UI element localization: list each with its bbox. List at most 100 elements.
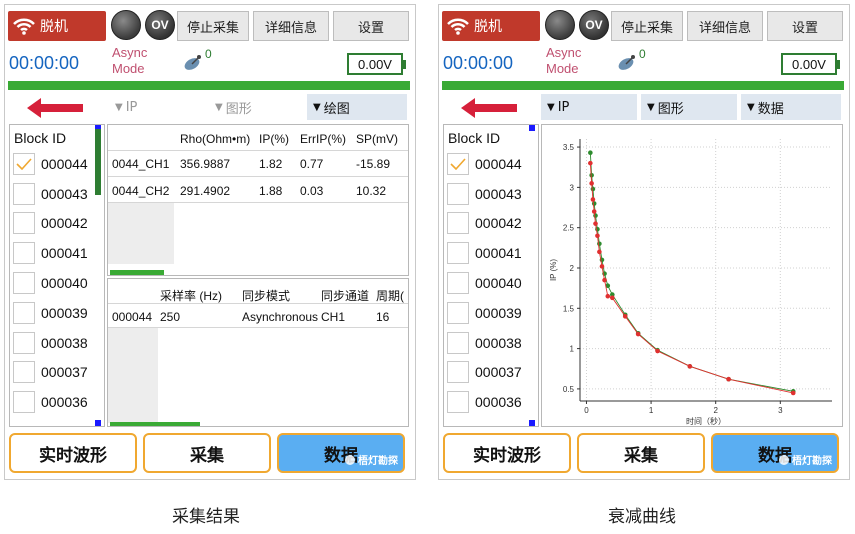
y-tick-label: 1.5	[563, 304, 575, 313]
back-arrow-icon[interactable]	[461, 97, 517, 119]
list-item[interactable]: 000037	[10, 358, 104, 388]
table-header: 周期(	[376, 289, 404, 303]
checkbox[interactable]	[447, 391, 469, 414]
block-id-list[interactable]: Block ID 000044 000043 000042 000041 000…	[9, 124, 105, 427]
checkbox[interactable]	[13, 331, 35, 354]
data-button[interactable]: 数据 梧灯勘探	[711, 433, 839, 473]
filter-data[interactable]: ▼ 数据	[741, 94, 841, 120]
list-item[interactable]: 000043	[444, 179, 538, 209]
y-tick-label: 3	[570, 183, 575, 192]
list-item[interactable]: 000040	[444, 268, 538, 298]
block-id: 000040	[41, 275, 88, 292]
checkbox[interactable]	[13, 301, 35, 324]
scrollbar-thumb[interactable]	[95, 129, 101, 195]
table-cell: 250	[160, 310, 181, 324]
block-id: 000040	[475, 275, 522, 292]
list-item[interactable]: 000042	[10, 209, 104, 239]
wechat-icon	[779, 454, 789, 465]
block-id: 000042	[475, 215, 522, 232]
x-axis-label: 时间（秒）	[686, 416, 726, 426]
horizontal-scrollbar[interactable]	[110, 270, 164, 275]
checkbox[interactable]	[13, 212, 35, 235]
list-item[interactable]: 000038	[444, 328, 538, 358]
settings-button[interactable]: 设置	[767, 11, 843, 41]
acquire-button[interactable]: 采集	[577, 433, 705, 473]
details-button[interactable]: 详细信息	[687, 11, 763, 41]
table-cell: 1.82	[259, 157, 283, 171]
filter-graph[interactable]: ▼ 图形	[209, 94, 301, 120]
checkbox[interactable]	[447, 331, 469, 354]
table-header: IP(%)	[259, 132, 289, 146]
list-item[interactable]: 000039	[10, 298, 104, 328]
list-item[interactable]: 000041	[444, 238, 538, 268]
table-header: Rho(Ohm•m)	[180, 132, 251, 146]
checkbox[interactable]	[13, 152, 35, 175]
checkbox[interactable]	[447, 212, 469, 235]
list-item[interactable]: 000039	[444, 298, 538, 328]
data-point	[597, 249, 602, 255]
acquire-button[interactable]: 采集	[143, 433, 271, 473]
block-id: 000043	[41, 185, 88, 202]
filter-ip[interactable]: ▼ IP	[541, 94, 637, 120]
data-button[interactable]: 数据 梧灯勘探	[277, 433, 405, 473]
satellite-icon	[618, 55, 635, 70]
list-item[interactable]: 000044	[10, 149, 104, 179]
details-button[interactable]: 详细信息	[253, 11, 329, 41]
block-id-list[interactable]: Block ID 000044 000043 000042 000041 000…	[443, 124, 539, 427]
realtime-waveform-button[interactable]: 实时波形	[443, 433, 571, 473]
connection-status-button[interactable]: 脱机	[8, 11, 106, 41]
checkbox[interactable]	[447, 361, 469, 384]
list-item[interactable]: 000044	[444, 149, 538, 179]
table-header: 采样率 (Hz)	[160, 289, 222, 303]
list-item[interactable]: 000036	[10, 387, 104, 417]
checkbox[interactable]	[13, 182, 35, 205]
stop-acquisition-button[interactable]: 停止采集	[611, 11, 683, 41]
checkbox[interactable]	[13, 272, 35, 295]
data-point	[593, 221, 598, 226]
filter-graph[interactable]: ▼ 图形	[641, 94, 737, 120]
table-cell: 291.4902	[180, 184, 231, 198]
checkbox[interactable]	[447, 182, 469, 205]
mode-line-1: Async	[546, 45, 582, 60]
checkmark-icon	[450, 158, 466, 170]
realtime-waveform-button[interactable]: 实时波形	[9, 433, 137, 473]
horizontal-scrollbar[interactable]	[110, 422, 200, 426]
checkbox[interactable]	[13, 361, 35, 384]
back-arrow-icon[interactable]	[27, 97, 83, 119]
list-item[interactable]: 000037	[444, 358, 538, 388]
row-divider	[108, 303, 408, 304]
filter-ip[interactable]: ▼ IP	[109, 94, 199, 120]
block-id: 000039	[41, 304, 88, 321]
filter-ip-label: IP	[125, 99, 138, 115]
checkbox[interactable]	[447, 301, 469, 324]
filter-plot[interactable]: ▼ 绘图	[307, 94, 407, 120]
wifi-icon	[447, 18, 469, 35]
list-item[interactable]: 000040	[10, 268, 104, 298]
list-item[interactable]: 000041	[10, 238, 104, 268]
block-id: 000037	[41, 364, 88, 381]
data-point	[599, 264, 605, 269]
watermark: 梧灯勘探	[345, 452, 398, 467]
checkbox[interactable]	[13, 242, 35, 265]
list-item[interactable]: 000043	[10, 179, 104, 209]
stop-acquisition-button[interactable]: 停止采集	[177, 11, 249, 41]
filter-plot-label: 绘图	[323, 101, 350, 117]
settings-button[interactable]: 设置	[333, 11, 409, 41]
chevron-down-icon: ▼	[313, 101, 321, 113]
list-item[interactable]: 000042	[444, 209, 538, 239]
scrollbar-top	[529, 125, 535, 131]
y-tick-label: 0.5	[563, 385, 575, 394]
data-point	[589, 181, 594, 186]
mode-line-1: Async	[112, 45, 148, 60]
checkbox[interactable]	[13, 391, 35, 414]
checkbox[interactable]	[447, 242, 469, 265]
checkbox[interactable]	[447, 272, 469, 295]
checkbox[interactable]	[447, 152, 469, 175]
table-cell: 0.77	[300, 157, 324, 171]
connection-status-button[interactable]: 脱机	[442, 11, 540, 41]
data-point	[602, 277, 607, 283]
series-line	[589, 152, 794, 392]
list-item[interactable]: 000038	[10, 328, 104, 358]
list-item[interactable]: 000036	[444, 387, 538, 417]
data-point	[635, 331, 641, 337]
